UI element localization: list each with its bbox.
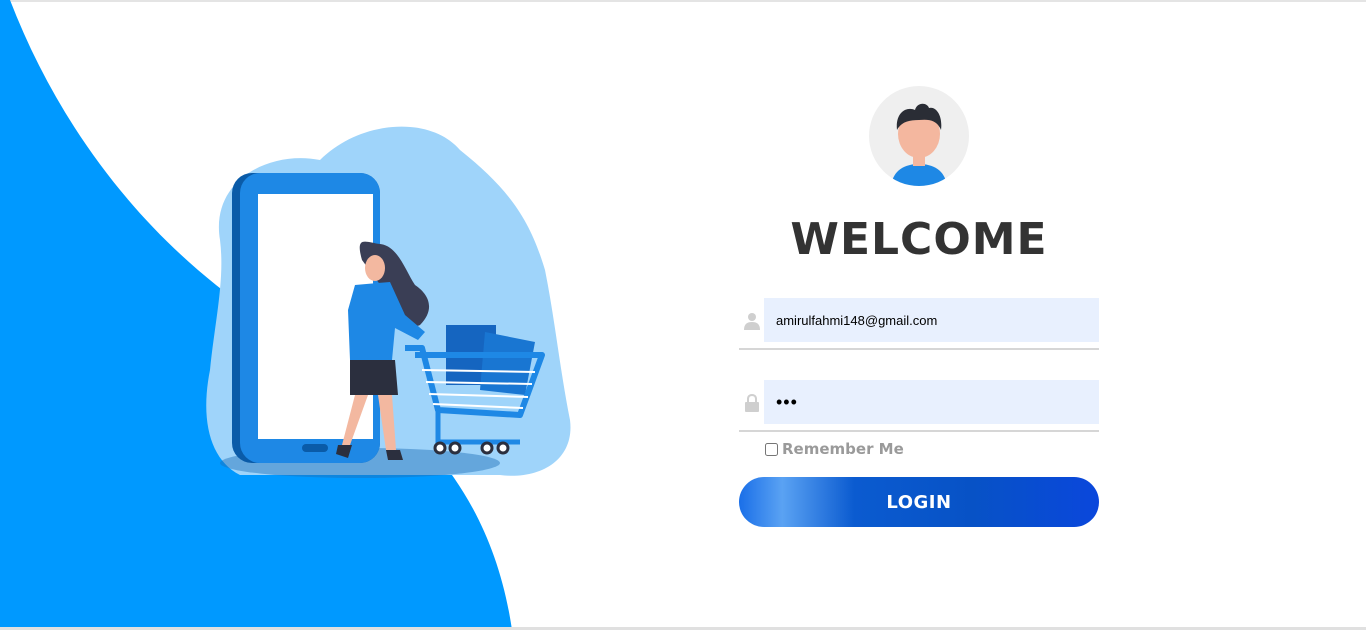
password-input[interactable] — [764, 380, 1099, 424]
welcome-title: WELCOME — [790, 214, 1048, 265]
shopping-illustration — [206, 126, 571, 478]
password-field-group — [739, 380, 1099, 432]
lock-icon — [745, 394, 759, 412]
phone-button — [302, 444, 328, 452]
remember-me-label: Remember Me — [782, 440, 904, 458]
remember-me-checkbox[interactable] — [765, 442, 778, 456]
woman-face — [365, 255, 385, 281]
woman-skirt — [350, 360, 398, 395]
user-icon — [744, 313, 760, 330]
login-form: WELCOME Remember Me LOGIN — [739, 86, 1099, 536]
email-field-group — [739, 298, 1099, 350]
email-input[interactable] — [764, 298, 1099, 342]
remember-me[interactable]: Remember Me — [764, 439, 904, 459]
user-avatar-icon — [869, 86, 969, 186]
cart-box-front — [480, 332, 535, 395]
login-button[interactable]: LOGIN — [739, 477, 1099, 527]
